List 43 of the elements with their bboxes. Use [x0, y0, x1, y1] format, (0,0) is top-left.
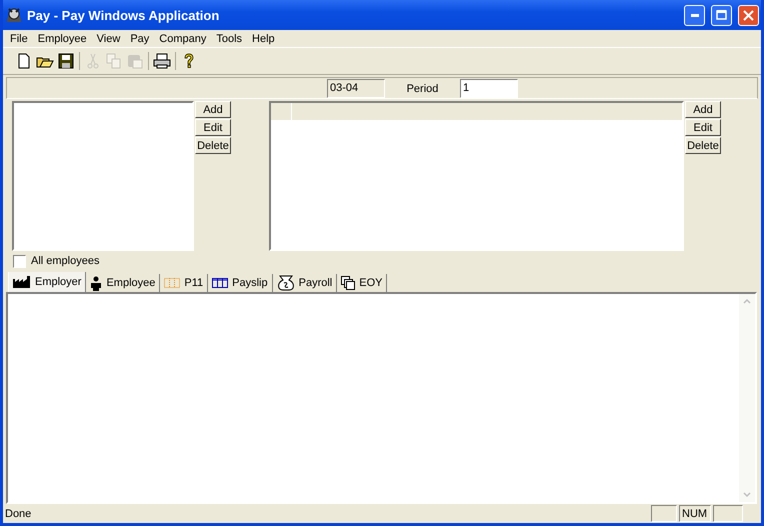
menu-item[interactable]: Tools — [211, 32, 248, 44]
menu-item[interactable]: File — [5, 32, 33, 44]
action-button[interactable]: Edit — [195, 119, 231, 136]
tab-label: EOY — [359, 277, 382, 289]
tax-year: 03-04 — [327, 78, 385, 98]
action-button[interactable]: Delete — [685, 137, 721, 154]
tab[interactable]: Employer — [8, 272, 86, 292]
menu-item[interactable]: Company — [154, 32, 212, 44]
tab[interactable]: Payroll — [272, 274, 338, 292]
grid-icon — [164, 278, 180, 288]
menu-item[interactable]: Pay — [125, 32, 154, 44]
minimize-icon — [690, 14, 698, 16]
action-button[interactable]: Delete — [195, 137, 231, 154]
close-button[interactable] — [738, 4, 759, 26]
save-icon[interactable] — [56, 52, 76, 70]
action-button[interactable]: Add — [685, 101, 721, 118]
close-icon — [743, 10, 754, 20]
minimize-button[interactable] — [684, 4, 705, 26]
period-label: Period — [406, 82, 440, 95]
maximize-button[interactable] — [711, 4, 732, 26]
menu-item[interactable]: Help — [247, 32, 280, 44]
tab-label: Payslip — [232, 277, 268, 289]
tab-label: Payroll — [298, 277, 332, 289]
tab-label: Employee — [106, 277, 156, 289]
copies-icon — [341, 276, 356, 290]
menu-item[interactable]: Employee — [32, 32, 92, 44]
person-icon — [90, 276, 102, 290]
app-icon — [5, 6, 23, 24]
factory-icon — [13, 276, 31, 288]
action-button[interactable]: Add — [195, 101, 231, 118]
maximize-icon — [716, 10, 727, 20]
status-text: Done — [5, 508, 32, 520]
action-button[interactable]: Edit — [685, 119, 721, 136]
menu-item[interactable]: View — [92, 32, 126, 44]
checkbox-label: All employees — [31, 255, 100, 267]
print-icon[interactable] — [152, 52, 172, 70]
tab-label: P11 — [184, 277, 204, 289]
tab-label: Employer — [35, 276, 82, 288]
window-title: Pay - Pay Windows Application — [27, 8, 220, 22]
num-lock-indicator: NUM — [679, 505, 711, 522]
checkbox[interactable] — [13, 254, 26, 268]
grid-icon — [212, 278, 228, 288]
period-field[interactable]: 1 — [460, 78, 518, 98]
